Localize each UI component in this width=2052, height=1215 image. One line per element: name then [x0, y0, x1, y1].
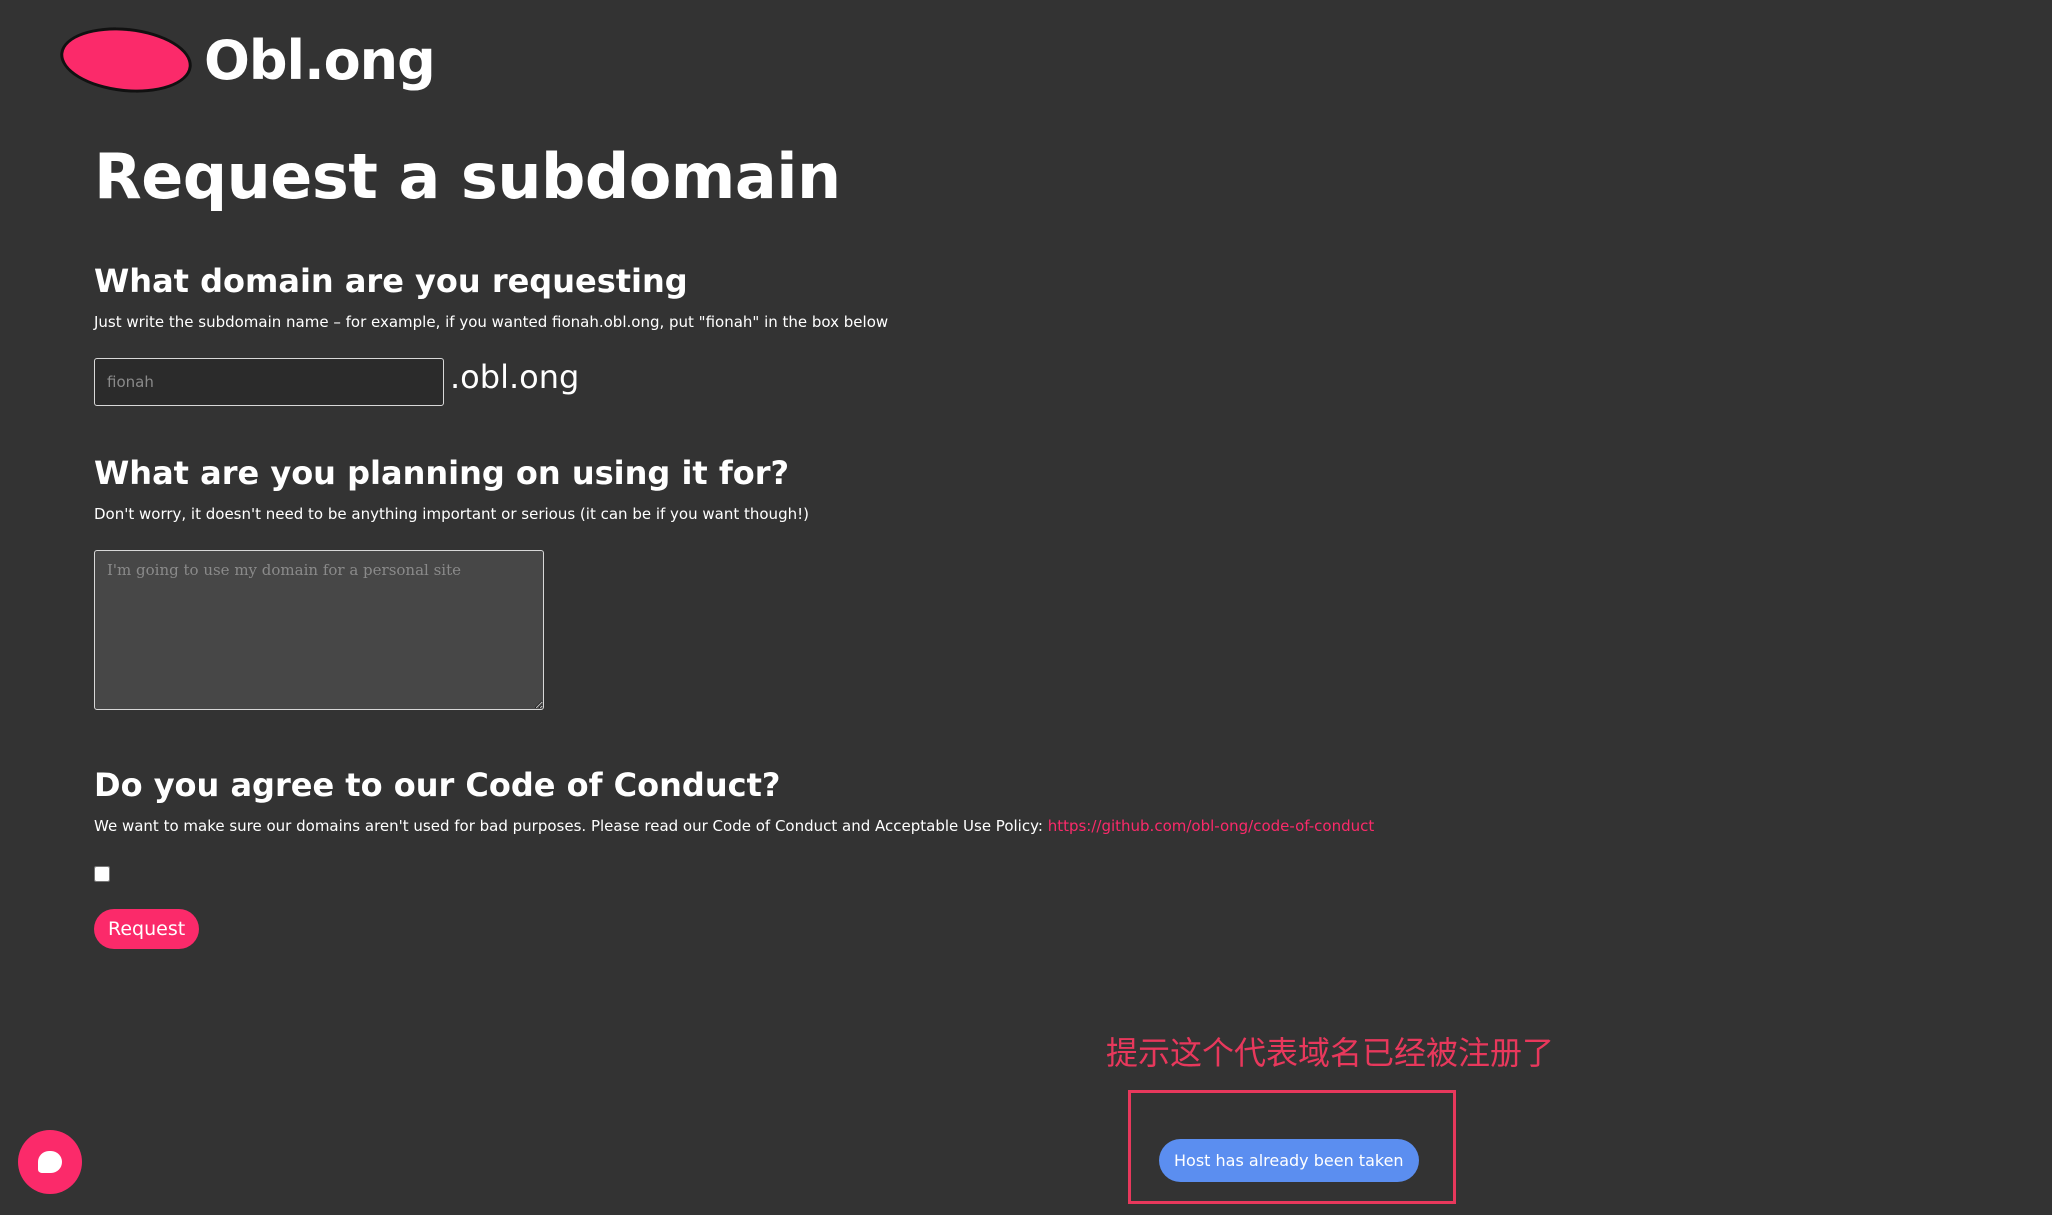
brand-name: Obl.ong — [204, 28, 436, 92]
code-of-conduct-link[interactable]: https://github.com/obl-ong/code-of-condu… — [1048, 817, 1375, 835]
page: Obl.ong Request a subdomain What domain … — [0, 0, 2052, 1215]
domain-heading: What domain are you requesting — [94, 262, 688, 300]
chat-widget-button[interactable] — [18, 1130, 82, 1194]
logo-oval-icon — [57, 21, 195, 99]
domain-suffix: .obl.ong — [450, 358, 580, 396]
purpose-heading: What are you planning on using it for? — [94, 454, 790, 492]
brand-logo[interactable]: Obl.ong — [57, 21, 436, 99]
chat-bubble-icon — [38, 1151, 62, 1173]
purpose-textarea[interactable] — [94, 550, 544, 710]
page-title: Request a subdomain — [94, 140, 841, 213]
subdomain-input[interactable] — [94, 358, 444, 406]
domain-description: Just write the subdomain name – for exam… — [94, 313, 889, 331]
error-toast: Host has already been taken — [1159, 1139, 1419, 1182]
conduct-description: We want to make sure our domains aren't … — [94, 817, 1374, 835]
request-button[interactable]: Request — [94, 909, 200, 949]
conduct-heading: Do you agree to our Code of Conduct? — [94, 766, 781, 804]
annotation-text: 提示这个代表域名已经被注册了 — [1106, 1034, 1555, 1072]
purpose-description: Don't worry, it doesn't need to be anyth… — [94, 505, 809, 523]
conduct-description-text: We want to make sure our domains aren't … — [94, 817, 1048, 835]
agree-checkbox[interactable] — [94, 866, 110, 882]
